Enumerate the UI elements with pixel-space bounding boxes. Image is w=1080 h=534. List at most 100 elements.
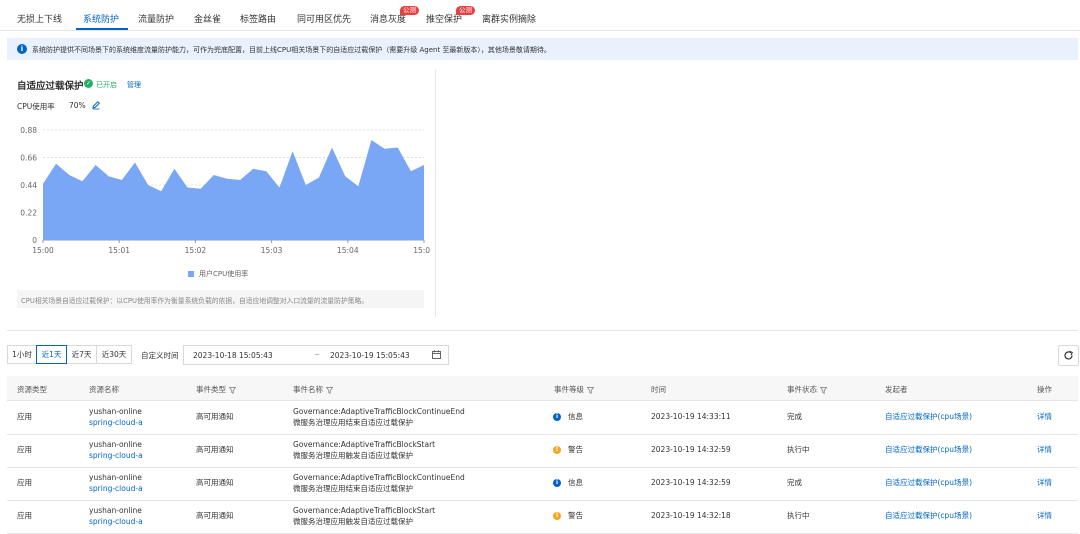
event-name: Governance:AdaptiveTrafficBlockStart: [293, 440, 436, 449]
manage-link[interactable]: 管理: [127, 80, 141, 90]
event-type: 高可用通知: [196, 511, 234, 520]
initiator-link[interactable]: 自适应过载保护(cpu场景): [885, 478, 972, 488]
event-status: 完成: [787, 478, 802, 487]
event-name: Governance:AdaptiveTrafficBlockStart: [293, 506, 436, 515]
tab-tag-routing[interactable]: 标签路由: [240, 12, 276, 25]
range-30d-button[interactable]: 近30天: [96, 345, 132, 364]
legend-label: 用户CPU使用率: [199, 270, 249, 278]
info-notice: i 系统防护提供不同场景下的系统维度流量防护能力，可作为兜底配置，目前上线CPU…: [7, 38, 1078, 60]
date-separator: ~: [314, 350, 321, 359]
col-event-name-label: 事件名称: [293, 385, 323, 394]
event-type: 高可用通知: [196, 445, 234, 454]
status-badge: 已开启: [96, 81, 117, 89]
cpu-usage-chart: 0 0.22 0.44 0.66 0.88 15:00 15:01 15:02 15:03 15:…: [20, 126, 430, 255]
filter-icon[interactable]: [587, 386, 594, 394]
col-resource-type: 资源类型: [17, 385, 47, 394]
details-link[interactable]: 详情: [1037, 478, 1052, 488]
resource-name: yushan-online: [89, 440, 142, 449]
resource-name: yushan-online: [89, 506, 142, 515]
filter-icon[interactable]: [229, 386, 236, 394]
details-link[interactable]: 详情: [1037, 445, 1052, 455]
chart-description-text: CPU相关场景自适应过载保护：以CPU使用率作为衡量系统负载的依据，自适应地调整…: [21, 297, 369, 305]
edit-icon[interactable]: [91, 100, 101, 110]
details-link[interactable]: 详情: [1037, 412, 1052, 422]
resource-type: 应用: [17, 445, 32, 454]
resource-name: yushan-online: [89, 407, 142, 416]
col-event-status: 事件状态: [787, 384, 827, 395]
event-status: 执行中: [787, 445, 810, 454]
event-name: Governance:AdaptiveTrafficBlockContinueE…: [293, 473, 465, 482]
notice-text: 系统防护提供不同场景下的系统维度流量防护能力，可作为兜底配置，目前上线CPU相关…: [32, 46, 551, 54]
x-tick-label: 15:04: [337, 246, 359, 255]
resource-name: yushan-online: [89, 473, 142, 482]
resource-type: 应用: [17, 511, 32, 520]
tab-outlier-removal[interactable]: 离群实例摘除: [482, 12, 536, 25]
event-description: 微服务治理应用触发自适应过载保护: [293, 451, 413, 460]
start-date[interactable]: 2023-10-18 15:05:43: [193, 351, 273, 360]
event-description: 微服务治理应用结束自适应过载保护: [293, 484, 413, 493]
table-header: 资源类型 资源名称 事件类型 事件名称 事件等级 时间 事件状态 发起者 操作: [7, 376, 1078, 401]
filter-icon[interactable]: [326, 386, 333, 394]
event-type: 高可用通知: [196, 412, 234, 421]
event-description: 微服务治理应用触发自适应过载保护: [293, 517, 413, 526]
info-icon: i: [553, 479, 561, 487]
event-level: 信息: [568, 478, 583, 487]
warning-icon: !: [553, 446, 561, 454]
cpu-threshold-label: CPU使用率: [17, 102, 55, 111]
details-link[interactable]: 详情: [1037, 511, 1052, 521]
event-time: 2023-10-19 14:32:59: [651, 445, 731, 454]
y-tick-label: 0.44: [20, 181, 37, 190]
x-tick-label: 15:01: [108, 246, 130, 255]
event-level: 警告: [568, 445, 583, 454]
x-tick-label: 15:05: [413, 246, 430, 255]
y-tick-label: 0: [32, 236, 37, 245]
tab-canary[interactable]: 金丝雀: [194, 12, 221, 25]
tab-lossless-online-offline[interactable]: 无损上下线: [17, 12, 62, 25]
x-tick-label: 15:00: [32, 246, 54, 255]
resource-link[interactable]: spring-cloud-a: [89, 451, 143, 461]
filter-icon[interactable]: [820, 386, 827, 394]
calendar-icon[interactable]: [432, 350, 441, 359]
resource-type: 应用: [17, 412, 32, 421]
range-7d-button[interactable]: 近7天: [66, 345, 97, 364]
table-row: 应用 yushan-online spring-cloud-a 高可用通知 Govern…: [7, 500, 1078, 534]
y-tick-label: 0.88: [20, 126, 37, 135]
tab-system-protection[interactable]: 系统防护: [83, 12, 119, 25]
y-tick-label: 0.22: [20, 209, 37, 218]
resource-link[interactable]: spring-cloud-a: [89, 418, 143, 428]
event-description: 微服务治理应用结束自适应过载保护: [293, 418, 413, 427]
x-tick-label: 15:03: [261, 246, 283, 255]
tab-traffic-protection[interactable]: 流量防护: [138, 12, 174, 25]
event-time: 2023-10-19 14:32:59: [651, 478, 731, 487]
refresh-icon: [1064, 350, 1073, 360]
cpu-usage-area: [43, 140, 424, 240]
col-actions: 操作: [1037, 385, 1052, 394]
resource-link[interactable]: spring-cloud-a: [89, 517, 143, 527]
refresh-button[interactable]: [1058, 345, 1079, 366]
resource-link[interactable]: spring-cloud-a: [89, 484, 143, 494]
col-event-type-label: 事件类型: [196, 385, 226, 394]
legend-swatch: [188, 271, 194, 277]
warning-icon: !: [553, 512, 561, 520]
col-event-type: 事件类型: [196, 384, 236, 395]
end-date[interactable]: 2023-10-19 15:05:43: [330, 351, 410, 360]
col-event-level-label: 事件等级: [554, 385, 584, 394]
event-time: 2023-10-19 14:33:11: [651, 412, 731, 421]
chart-description: CPU相关场景自适应过载保护：以CPU使用率作为衡量系统负载的依据，自适应地调整…: [17, 290, 424, 308]
col-event-name: 事件名称: [293, 384, 333, 395]
initiator-link[interactable]: 自适应过载保护(cpu场景): [885, 511, 972, 521]
date-range-picker[interactable]: 2023-10-18 15:05:43 ~ 2023-10-19 15:05:4…: [183, 345, 449, 365]
active-tab-indicator: [76, 28, 128, 30]
col-initiator: 发起者: [885, 385, 908, 394]
custom-time-label: 自定义时间: [141, 351, 179, 360]
initiator-link[interactable]: 自适应过载保护(cpu场景): [885, 445, 972, 455]
table-row: 应用 yushan-online spring-cloud-a 高可用通知 Govern…: [7, 401, 1078, 435]
panel-divider: [435, 70, 436, 317]
beta-badge: 公测: [456, 6, 475, 15]
tab-same-zone-priority[interactable]: 同可用区优先: [297, 12, 351, 25]
range-1h-button[interactable]: 1小时: [7, 345, 37, 364]
initiator-link[interactable]: 自适应过载保护(cpu场景): [885, 412, 972, 422]
event-status: 完成: [787, 412, 802, 421]
cpu-threshold-value: 70%: [69, 101, 86, 110]
range-1d-button[interactable]: 近1天: [36, 345, 67, 364]
